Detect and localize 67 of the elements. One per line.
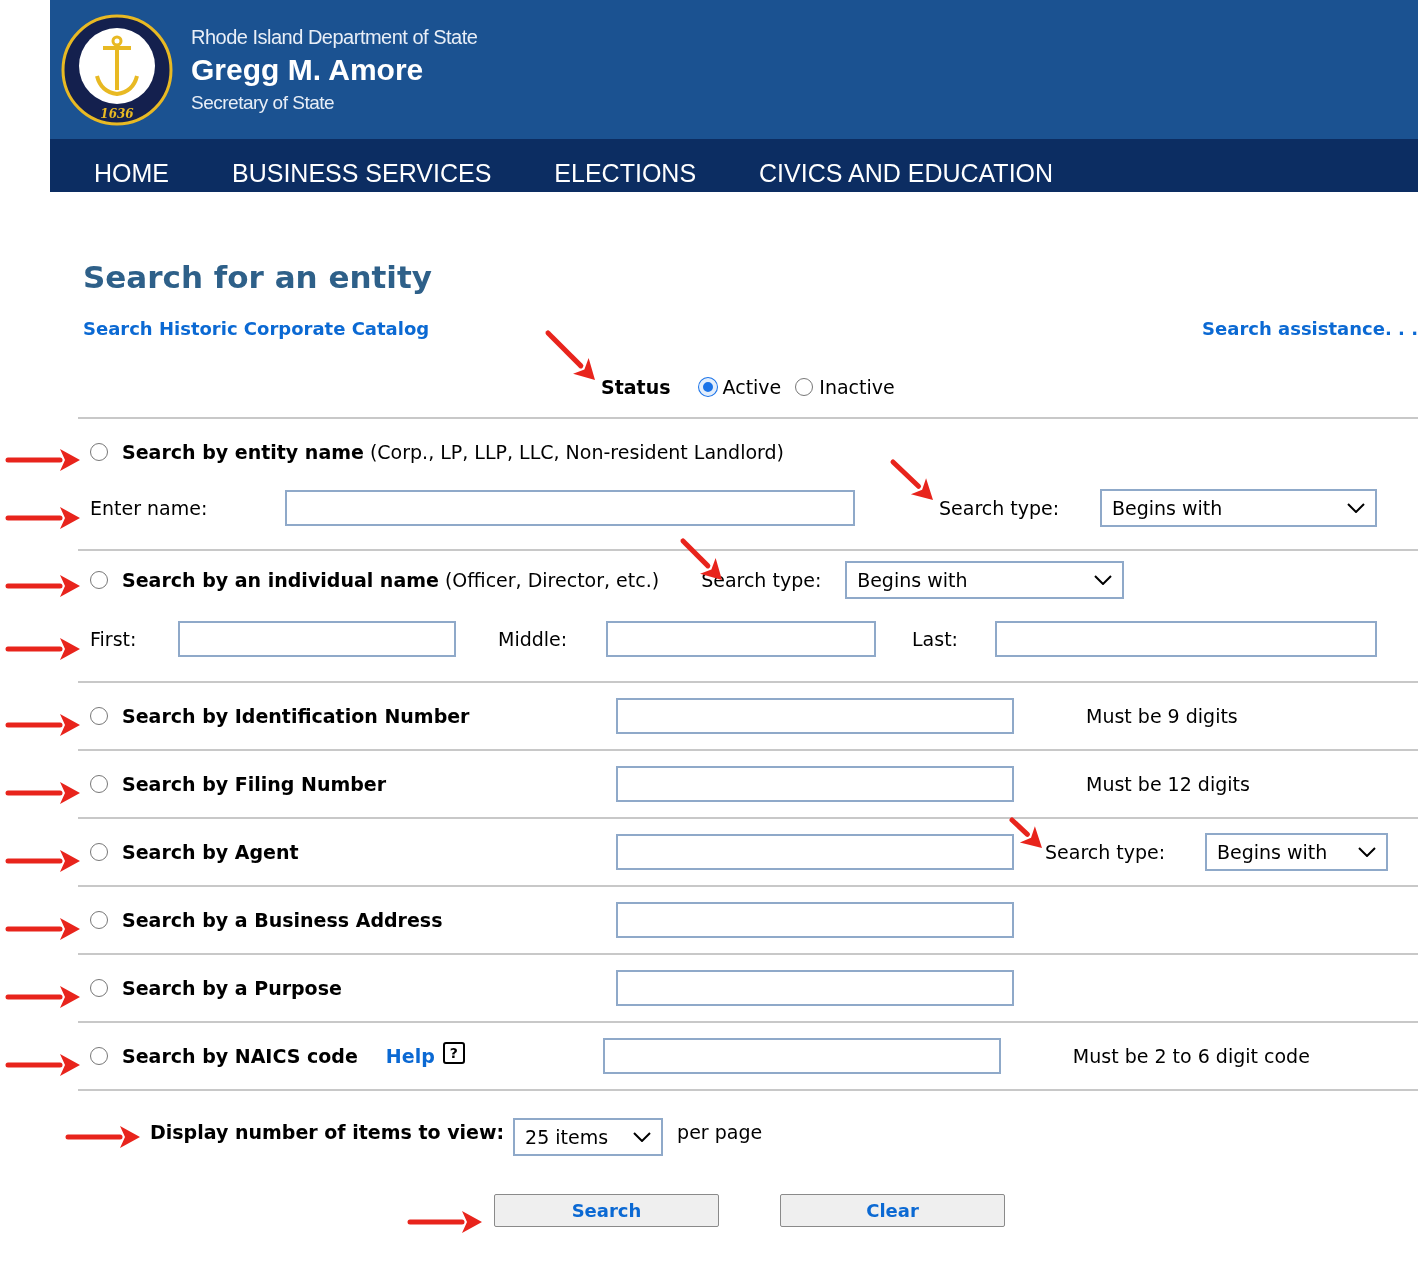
official-title: Secretary of State [191, 90, 336, 115]
dropdown[interactable]: Begins with [845, 561, 1125, 599]
department-name: Rhode Island Department of State [191, 24, 478, 50]
status-label: Status [601, 374, 671, 400]
radio-button[interactable] [90, 571, 108, 589]
text-field[interactable] [616, 766, 1014, 802]
search-option-label: Search by a Purpose [122, 975, 343, 1001]
field-label: Middle: [498, 626, 569, 652]
search-option-label: Search by an individual name (Officer, Director, etc.) [122, 567, 660, 593]
page-title: Search for an entity [83, 258, 432, 297]
chevron-down-icon [1347, 503, 1365, 513]
field-label: Enter name: [90, 495, 209, 521]
action-button[interactable]: Clear [780, 1194, 1005, 1227]
annotation-arrow [545, 330, 595, 380]
search-option-label: Search by a Business Address [122, 907, 444, 933]
dropdown[interactable]: Begins with [1100, 489, 1377, 527]
nav-link[interactable]: HOME [94, 156, 169, 190]
search-option-label: Search by Agent [122, 839, 300, 865]
text-field[interactable] [285, 490, 855, 526]
official-name: Gregg M. Amore [191, 51, 425, 88]
chevron-down-icon [633, 1132, 652, 1142]
annotation-arrow [890, 459, 933, 500]
text-field[interactable] [616, 902, 1014, 938]
dropdown[interactable]: 25 items [513, 1118, 664, 1156]
text-field[interactable] [178, 621, 456, 657]
annotation-arrow [1009, 817, 1042, 848]
dropdown[interactable]: Begins with [1205, 833, 1388, 871]
help-link[interactable]: Help [385, 1041, 435, 1071]
help-icon[interactable]: ? [442, 1042, 465, 1064]
display-count-label: Display number of items to view: [150, 1119, 505, 1145]
search-type-label: Search type: [1045, 839, 1167, 865]
action-button[interactable]: Search [494, 1194, 719, 1227]
text-field[interactable] [616, 698, 1014, 734]
nav-link[interactable]: ELECTIONS [554, 156, 697, 190]
search-type-label: Search type: [939, 495, 1061, 521]
search-assistance-link[interactable]: Search assistance. . . [1202, 315, 1418, 342]
nav-link[interactable]: CIVICS AND EDUCATION [759, 156, 1054, 190]
historic-catalog-link[interactable]: Search Historic Corporate Catalog [83, 315, 430, 342]
radio-button[interactable] [90, 1047, 108, 1065]
status-option-label: Active [722, 374, 782, 400]
nav-link[interactable]: BUSINESS SERVICES [232, 156, 492, 190]
radio-button[interactable] [90, 979, 108, 997]
search-option-label: Search by entity name (Corp., LP, LLP, LLC, Non-resident Landlord) [122, 439, 785, 465]
search-option-label: Search by NAICS code [122, 1043, 358, 1069]
status-option-label: Inactive [819, 374, 895, 400]
field-label: First: [90, 626, 138, 652]
chevron-down-icon [1358, 847, 1376, 857]
search-option-label: Search by Identification Number [122, 703, 471, 729]
text-field[interactable] [602, 1038, 1001, 1074]
anchor-seal-logo: 1636 [61, 13, 173, 126]
hint-text: Must be 9 digits [1086, 703, 1238, 729]
text-field[interactable] [616, 970, 1014, 1006]
hint-text: Must be 2 to 6 digit code [1072, 1043, 1310, 1069]
radio-button[interactable] [795, 378, 814, 396]
radio-button[interactable] [90, 707, 108, 725]
hint-text: Must be 12 digits [1086, 771, 1250, 797]
radio-button[interactable] [90, 911, 108, 929]
radio-button[interactable] [90, 843, 108, 861]
text-field[interactable] [616, 834, 1014, 870]
field-label: Last: [912, 626, 959, 652]
search-option-label: Search by Filing Number [122, 771, 388, 797]
text-field[interactable] [606, 621, 876, 657]
chevron-down-icon [1094, 575, 1113, 585]
text-field[interactable] [995, 621, 1377, 657]
radio-button[interactable] [90, 775, 108, 793]
per-page-label: per page [677, 1119, 763, 1145]
radio-button[interactable] [90, 443, 108, 461]
